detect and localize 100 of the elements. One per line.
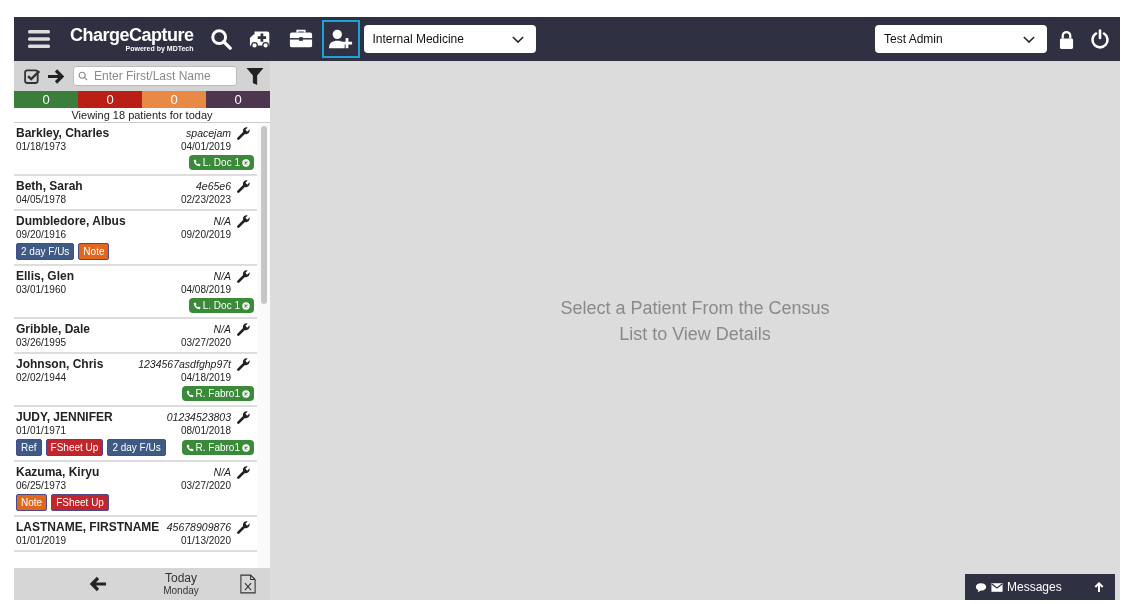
messages-button[interactable]: Messages bbox=[965, 574, 1115, 600]
patient-id: 1234567asdfghp97t bbox=[138, 358, 231, 370]
power-icon[interactable] bbox=[1090, 29, 1110, 49]
wrench-icon[interactable] bbox=[236, 520, 251, 535]
tag: Ref bbox=[16, 439, 42, 456]
birth-date: 01/01/1971 bbox=[16, 425, 68, 436]
patient-id: 01234523803 bbox=[166, 411, 231, 423]
mail-icon bbox=[991, 581, 1003, 593]
patient-name: Dumbledore, Albus bbox=[16, 214, 127, 228]
tag: FSheet Up bbox=[45, 439, 104, 456]
patient-name: Barkley, Charles bbox=[16, 126, 111, 140]
close-icon bbox=[242, 301, 250, 310]
birth-date: 06/25/1973 bbox=[16, 480, 68, 491]
user-dropdown[interactable]: Test Admin bbox=[875, 25, 1047, 53]
chat-icon bbox=[975, 581, 987, 593]
patient-id: N/A bbox=[213, 323, 231, 335]
arrow-up-icon bbox=[1093, 581, 1105, 593]
filter-icon[interactable] bbox=[246, 67, 264, 85]
chevron-down-icon bbox=[511, 35, 524, 43]
department-dropdown[interactable]: Internal Medicine bbox=[363, 25, 536, 53]
visit-date: 08/01/2018 bbox=[180, 425, 231, 436]
patient-row[interactable]: JUDY, JENNIFER 01234523803 01/01/1971 08/01/2018 Ref FSheet Up 2 day F/Us R. Fabro1 bbox=[14, 407, 257, 462]
weekday-label: Monday bbox=[163, 584, 199, 597]
tag: Note bbox=[16, 494, 48, 511]
spreadsheet-file-icon[interactable] bbox=[240, 573, 256, 595]
patient-name: Beth, Sarah bbox=[16, 179, 84, 193]
wrench-icon[interactable] bbox=[236, 357, 251, 372]
status-count[interactable]: 0 bbox=[78, 91, 142, 108]
birth-date: 01/18/1973 bbox=[16, 141, 68, 152]
search-icon bbox=[208, 28, 233, 50]
visit-date: 01/13/2020 bbox=[180, 535, 231, 546]
patient-name: Ellis, Glen bbox=[16, 269, 76, 283]
birth-date: 02/02/1944 bbox=[16, 372, 68, 383]
checkbox-icon[interactable] bbox=[24, 67, 42, 85]
patient-name: Johnson, Chris bbox=[16, 357, 105, 371]
phone-icon bbox=[192, 158, 201, 167]
visit-date: 04/18/2019 bbox=[180, 372, 231, 383]
provider-badge[interactable]: R. Fabro1 bbox=[181, 440, 254, 455]
close-icon bbox=[242, 158, 250, 167]
patient-name: LASTNAME, FIRSTNAME bbox=[16, 520, 161, 534]
visit-date: 03/27/2020 bbox=[180, 480, 231, 491]
patient-row[interactable]: Barkley, Charles spacejam 01/18/1973 04/01/2019 L. Doc 1 bbox=[14, 123, 257, 176]
wrench-icon[interactable] bbox=[236, 322, 251, 337]
patient-row[interactable]: Dumbledore, Albus N/A 09/20/1916 09/20/2019 2 day F/Us Note bbox=[14, 211, 257, 266]
birth-date: 09/20/1916 bbox=[16, 229, 68, 240]
scrollbar-thumb[interactable] bbox=[260, 126, 267, 304]
close-icon bbox=[242, 389, 250, 398]
empty-state-message: Select a Patient From the Census List to View Details bbox=[559, 296, 831, 346]
visit-date: 09/20/2019 bbox=[180, 229, 231, 240]
patient-id: N/A bbox=[213, 270, 231, 282]
add-user-icon bbox=[328, 28, 353, 50]
patient-name: Gribble, Dale bbox=[16, 322, 92, 336]
add-user-button[interactable] bbox=[321, 20, 360, 58]
visit-date: 04/01/2019 bbox=[180, 141, 231, 152]
phone-icon bbox=[185, 389, 194, 398]
wrench-icon[interactable] bbox=[236, 126, 251, 141]
wrench-icon[interactable] bbox=[236, 214, 251, 229]
tag: 2 day F/Us bbox=[16, 243, 75, 260]
arrow-right-icon[interactable] bbox=[47, 67, 65, 85]
provider-badge[interactable]: R. Fabro1 bbox=[181, 386, 254, 401]
birth-date: 03/01/1960 bbox=[16, 284, 68, 295]
visit-date: 04/08/2019 bbox=[180, 284, 231, 295]
patient-name: Kazuma, Kiryu bbox=[16, 465, 101, 479]
wrench-icon[interactable] bbox=[236, 179, 251, 194]
tag: Note bbox=[78, 243, 110, 260]
provider-badge[interactable]: L. Doc 1 bbox=[188, 155, 254, 170]
patient-summary: Viewing 18 patients for today bbox=[14, 108, 270, 123]
phone-icon bbox=[185, 443, 194, 452]
patient-id: spacejam bbox=[186, 127, 231, 139]
visit-date: 02/23/2023 bbox=[180, 194, 231, 205]
menu-icon[interactable] bbox=[28, 30, 50, 48]
day-label: Today bbox=[165, 571, 197, 585]
patient-id: 45678909876 bbox=[166, 521, 231, 533]
birth-date: 04/05/1978 bbox=[16, 194, 68, 205]
status-count[interactable]: 0 bbox=[206, 91, 270, 108]
briefcase-icon bbox=[288, 28, 313, 50]
patient-id: N/A bbox=[213, 466, 231, 478]
search-field[interactable]: Enter First/Last Name bbox=[73, 66, 237, 86]
patient-row[interactable]: Johnson, Chris 1234567asdfghp97t 02/02/1944 04/18/2019 R. Fabro1 bbox=[14, 354, 257, 407]
tag: 2 day F/Us bbox=[107, 439, 166, 456]
logo-title: ChargeCapture bbox=[70, 25, 194, 45]
lock-icon[interactable] bbox=[1059, 29, 1074, 49]
status-count[interactable]: 0 bbox=[14, 91, 78, 108]
wrench-icon[interactable] bbox=[236, 269, 251, 284]
chevron-down-icon bbox=[1023, 35, 1035, 43]
birth-date: 01/01/2019 bbox=[16, 535, 68, 546]
birth-date: 03/26/1995 bbox=[16, 337, 68, 348]
wrench-icon[interactable] bbox=[236, 465, 251, 480]
patient-row[interactable]: Kazuma, Kiryu N/A 06/25/1973 03/27/2020 Note FSheet Up bbox=[14, 462, 257, 517]
close-icon bbox=[242, 443, 250, 452]
patient-row[interactable]: Ellis, Glen N/A 03/01/1960 04/08/2019 L. Doc 1 bbox=[14, 266, 257, 319]
provider-badge[interactable]: L. Doc 1 bbox=[188, 298, 254, 313]
patient-name: JUDY, JENNIFER bbox=[16, 410, 114, 424]
patient-id: N/A bbox=[213, 215, 231, 227]
wrench-icon[interactable] bbox=[236, 410, 251, 425]
visit-date: 03/27/2020 bbox=[180, 337, 231, 348]
tag: FSheet Up bbox=[51, 494, 109, 511]
phone-icon bbox=[192, 301, 201, 310]
patient-id: 4e65e6 bbox=[195, 180, 231, 192]
arrow-left-icon[interactable] bbox=[89, 576, 107, 592]
